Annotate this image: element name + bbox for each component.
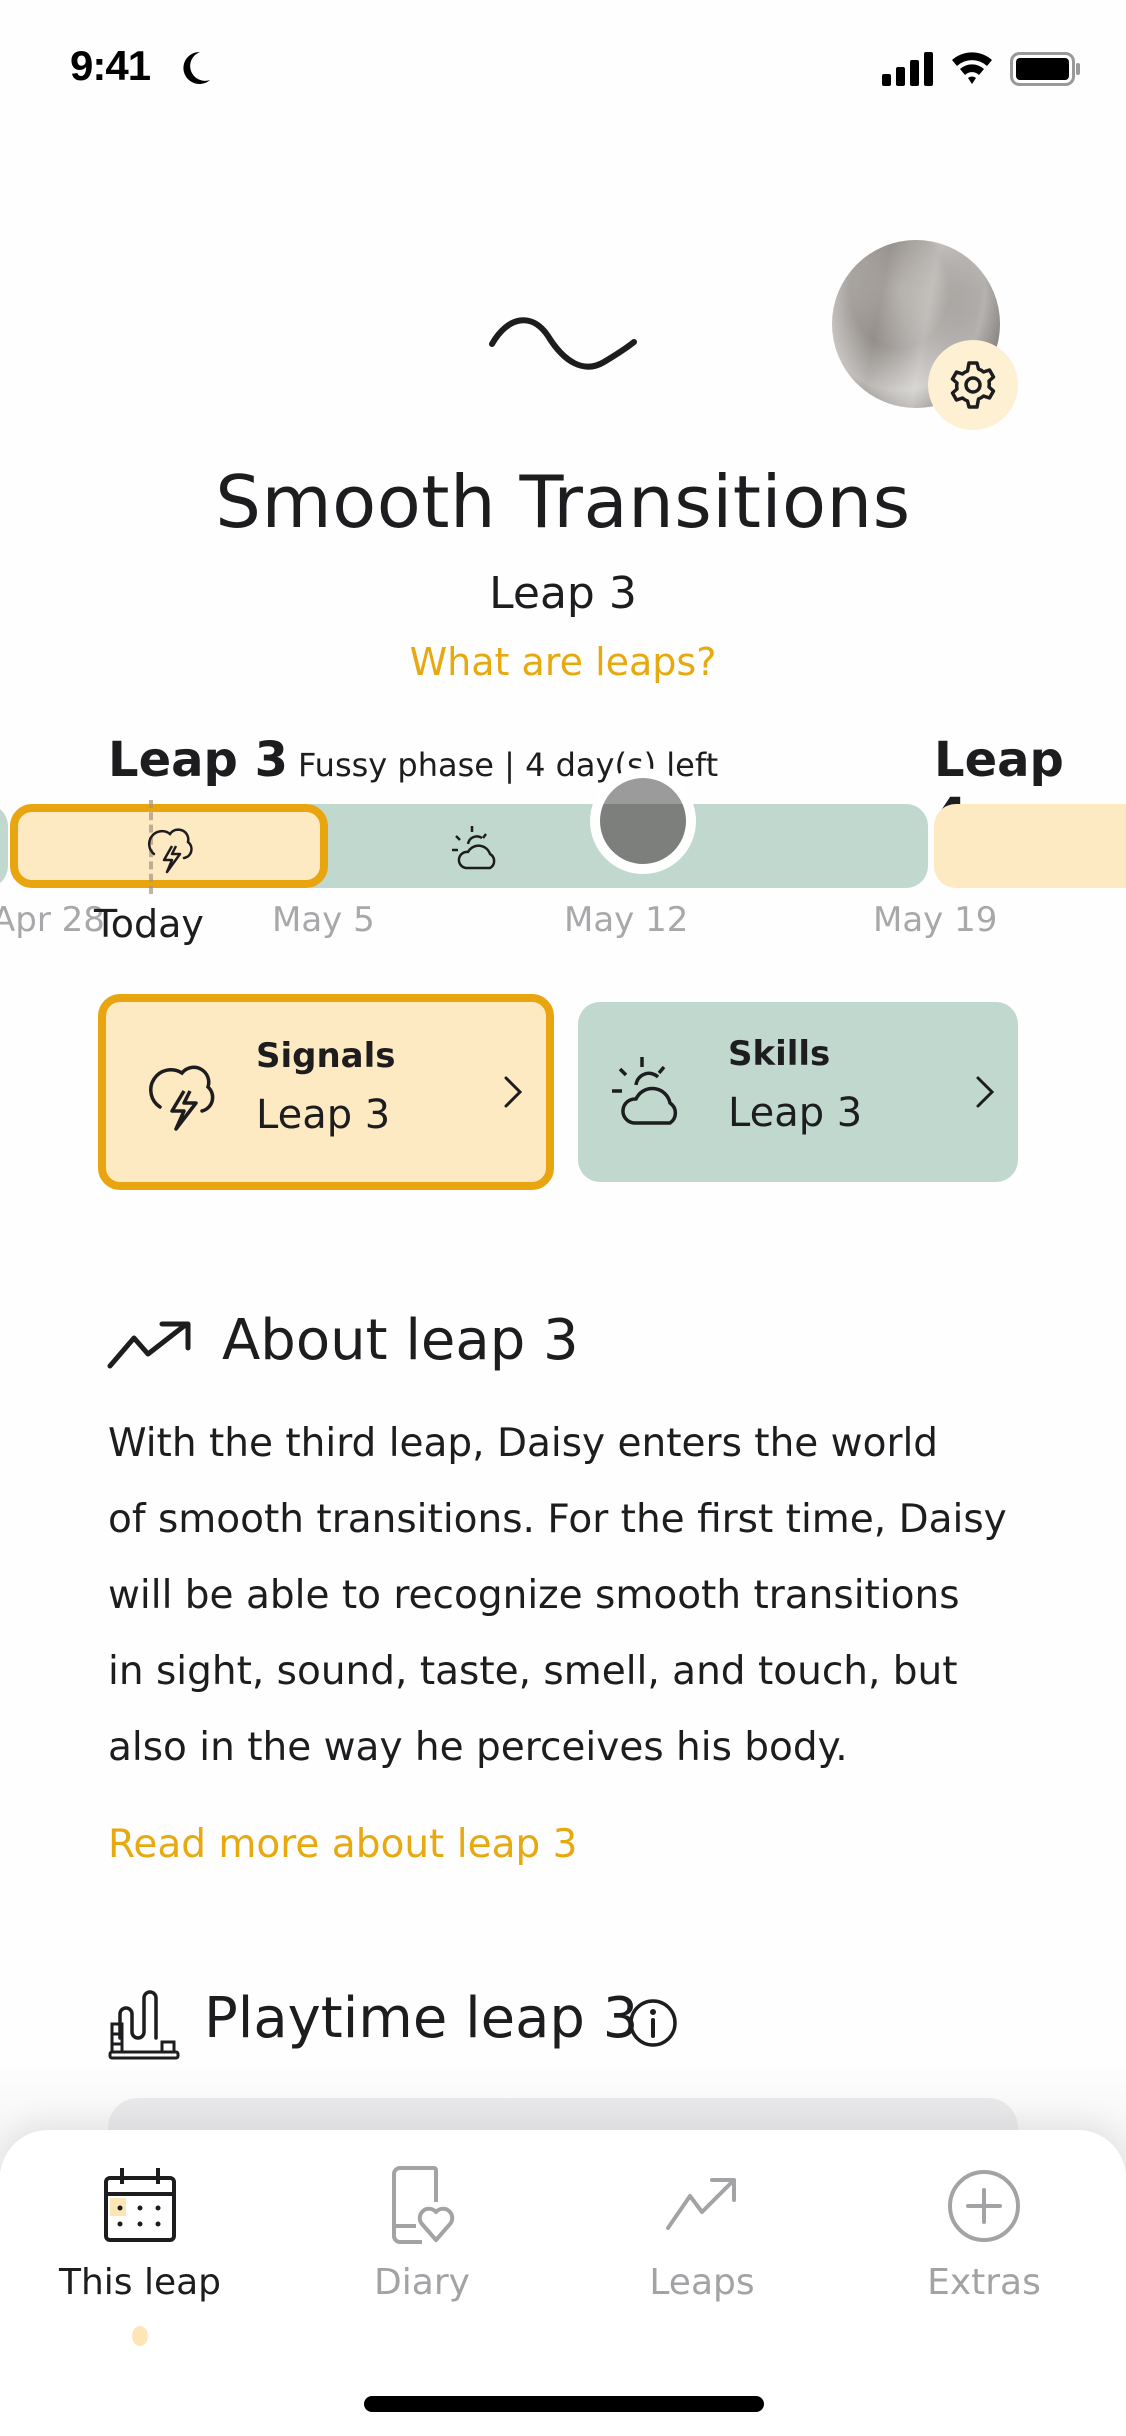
signals-card-text: Signals Leap 3 xyxy=(256,1036,396,1138)
card-subtitle: Leap 3 xyxy=(256,1092,391,1138)
card-title: Signals xyxy=(256,1036,396,1076)
status-bar: 9:41 xyxy=(0,0,1126,140)
tab-label: This leap xyxy=(58,2262,222,2303)
timeline-date: Apr 28 xyxy=(0,900,105,940)
home-indicator[interactable] xyxy=(364,2396,764,2412)
wifi-icon xyxy=(952,52,992,84)
tab-diary[interactable]: Diary xyxy=(312,2166,532,2303)
chevron-right-icon xyxy=(976,1076,995,1108)
diary-heart-icon xyxy=(392,2166,455,2244)
timeline-date: May 12 xyxy=(564,900,689,940)
trending-up-icon xyxy=(107,1321,191,1369)
toy-icon xyxy=(108,1990,180,2060)
settings-button[interactable] xyxy=(928,340,1018,430)
skills-card[interactable]: Skills Leap 3 xyxy=(578,1002,1018,1182)
signals-card[interactable]: Signals Leap 3 xyxy=(98,994,554,1190)
sun-cloud-icon xyxy=(452,826,496,870)
trending-up-icon xyxy=(666,2178,736,2230)
tab-label: Extras xyxy=(927,2262,1041,2303)
plus-circle-icon xyxy=(948,2170,1020,2242)
tab-leaps[interactable]: Leaps xyxy=(592,2166,812,2303)
page-title: Smooth Transitions xyxy=(215,460,911,544)
about-line: in sight, sound, taste, smell, and touch… xyxy=(108,1649,958,1694)
timeline-next-segment[interactable] xyxy=(934,804,1126,888)
sine-wave-icon xyxy=(489,317,637,370)
about-leap-description: With the third leap, Daisy enters the wo… xyxy=(108,1406,1048,1786)
leap-subtitle: Leap 3 xyxy=(489,568,637,619)
tab-label: Diary xyxy=(374,2262,470,2303)
current-leap-title: Leap 3 xyxy=(108,732,288,788)
storm-cloud-icon xyxy=(149,1065,215,1131)
tab-this-leap[interactable]: This leap xyxy=(30,2166,250,2303)
gear-icon xyxy=(950,361,996,409)
sun-cloud-icon xyxy=(612,1057,678,1125)
what-are-leaps-link[interactable]: What are leaps? xyxy=(0,640,1126,684)
timeline-scrubber-handle[interactable] xyxy=(590,768,696,874)
card-title: Skills xyxy=(728,1034,831,1074)
cellular-signal-icon xyxy=(882,52,933,86)
card-subtitle: Leap 3 xyxy=(728,1090,863,1136)
timeline-today-label: Today xyxy=(94,902,204,946)
about-line: also in the way he perceives his body. xyxy=(108,1725,848,1770)
calendar-icon xyxy=(104,2168,176,2242)
about-line: will be able to recognize smooth transit… xyxy=(108,1573,960,1618)
chevron-right-icon xyxy=(504,1076,523,1108)
active-tab-indicator xyxy=(132,2326,148,2346)
about-leap-title: About leap 3 xyxy=(222,1308,579,1373)
battery-icon xyxy=(1010,52,1080,86)
timeline-previous-segment[interactable] xyxy=(0,804,8,888)
tab-extras[interactable]: Extras xyxy=(874,2166,1094,2303)
about-line: With the third leap, Daisy enters the wo… xyxy=(108,1421,939,1466)
timeline-date: May 19 xyxy=(873,900,998,940)
tab-label: Leaps xyxy=(649,2262,755,2303)
timeline-date: May 5 xyxy=(272,900,375,940)
moon-icon xyxy=(183,51,210,84)
skills-card-text: Skills Leap 3 xyxy=(728,1034,862,1136)
status-time: 9:41 xyxy=(70,42,151,89)
info-icon[interactable] xyxy=(628,1998,678,2048)
storm-cloud-icon xyxy=(147,828,193,874)
playtime-title: Playtime leap 3 xyxy=(204,1986,639,2051)
tab-bar: This leap Diary Leaps Extras xyxy=(0,2130,1126,2436)
read-more-link[interactable]: Read more about leap 3 xyxy=(108,1822,577,1867)
scrubber-knob xyxy=(600,778,686,864)
about-line: of smooth transitions. For the first tim… xyxy=(108,1497,1007,1542)
